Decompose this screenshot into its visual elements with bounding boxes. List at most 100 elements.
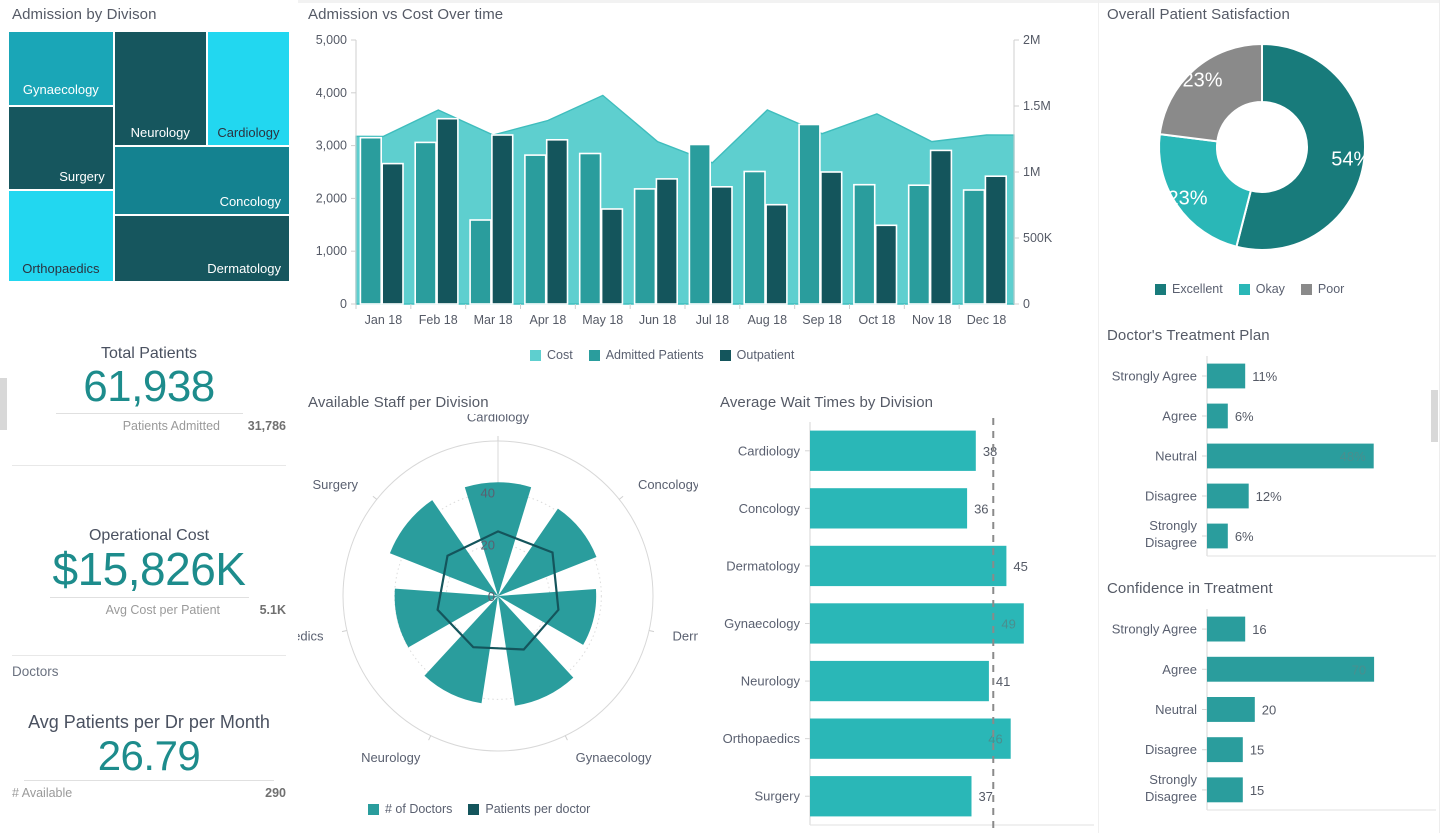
treemap-tile-orthopaedics[interactable]: Orthopaedics <box>8 190 114 282</box>
bar-gynaecology[interactable] <box>810 603 1024 644</box>
category-label: Dermatology <box>726 558 800 573</box>
admitted-patients-bar[interactable] <box>798 123 821 305</box>
y2-tick-label: 0 <box>1023 297 1030 311</box>
bar-dermatology[interactable] <box>810 545 1007 587</box>
outpatient-bar[interactable] <box>874 224 898 305</box>
bar-concology[interactable] <box>810 488 968 529</box>
polar-r-tick-label: 20 <box>481 537 495 552</box>
treemap-tile-concology[interactable]: Concology <box>113 146 290 216</box>
bar-neurology[interactable] <box>810 660 989 702</box>
doctors-treatment-plan-chart[interactable]: Strongly Agree 11% Agree 6% Neutral 48% Disagr… <box>1099 350 1440 568</box>
kpi-total-patients[interactable]: Total Patients 61,938 Patients Admitted … <box>12 345 286 433</box>
kpi-operational-cost-value: $15,826K <box>52 543 246 595</box>
bar-cardiology[interactable] <box>810 430 976 471</box>
bar-strongly-agree[interactable] <box>1207 363 1246 389</box>
legend-patients-per-doctor[interactable]: Patients per doctor <box>468 802 590 816</box>
average-wait-times-chart[interactable]: Cardiology 38 Concology 36 Dermatology 45 Gyna… <box>698 414 1098 833</box>
treemap-tile-dermatology[interactable]: Dermatology <box>113 215 290 282</box>
category-label: Cardiology <box>738 443 801 458</box>
x-tick-label: Jun 18 <box>639 313 677 327</box>
polar-category-label: Neurology <box>361 750 421 765</box>
kpi-divider-2 <box>12 655 286 656</box>
kpi-operational-cost[interactable]: Operational Cost $15,826K Avg Cost per P… <box>12 527 286 617</box>
admitted-patients-bar[interactable] <box>524 154 547 305</box>
x-tick-label: Oct 18 <box>859 313 896 327</box>
legend-cost[interactable]: Cost <box>530 348 573 362</box>
legend-poor[interactable]: Poor <box>1300 282 1344 296</box>
outpatient-bar[interactable] <box>436 117 459 305</box>
confidence-in-treatment-chart[interactable]: Strongly Agree 16 Agree 70 Neutral 20 Disagree… <box>1099 603 1440 828</box>
bar-strongly-agree[interactable] <box>1207 616 1246 642</box>
left-scrollbar-thumb[interactable] <box>0 378 7 430</box>
kpi-total-patients-label: Total Patients <box>100 345 198 362</box>
outpatient-bar[interactable] <box>545 139 569 305</box>
right-scrollbar-thumb[interactable] <box>1431 390 1438 442</box>
outpatient-bar[interactable] <box>820 171 843 305</box>
admitted-patients-bar[interactable] <box>962 189 986 305</box>
donut-chart-legend[interactable]: Excellent Okay Poor <box>1155 282 1344 296</box>
treemap-tile-cardiology[interactable]: Cardiology <box>206 31 290 147</box>
bar-orthopaedics[interactable] <box>810 718 1011 759</box>
available-staff-polar-chart[interactable]: 0 20 40 Cardiology Concology Dermatology Gynae… <box>298 414 698 799</box>
bar-value-label: 48% <box>1340 449 1366 464</box>
outpatient-bar[interactable] <box>929 149 953 305</box>
kpi-total-patients-value: 61,938 <box>83 362 215 411</box>
outpatient-bar[interactable] <box>984 175 1008 305</box>
bar-value-label: 15 <box>1250 783 1264 798</box>
bar-value-label: 6% <box>1235 529 1254 544</box>
admission-vs-cost-chart[interactable]: 0 1,000 2,000 3,000 4,000 5,000 0 500K 1M 1.5M 2M J… <box>298 26 1088 331</box>
polar-r-tick-label: 0 <box>488 589 495 604</box>
bar-disagree[interactable] <box>1207 483 1249 509</box>
polar-category-label: Surgery <box>313 477 359 492</box>
admitted-patients-bar[interactable] <box>743 170 766 305</box>
category-label: Agree <box>1162 662 1197 677</box>
category-label: Disagree <box>1145 789 1197 804</box>
legend-label: Admitted Patients <box>605 348 704 362</box>
admitted-patients-bar[interactable] <box>414 141 437 305</box>
polar-chart-legend[interactable]: # of Doctors Patients per doctor <box>368 802 590 816</box>
legend-swatch-icon <box>368 803 379 815</box>
admitted-patients-bar[interactable] <box>469 219 492 305</box>
legend-outpatient[interactable]: Outpatient <box>719 348 794 362</box>
treemap-tile-gynaecology[interactable]: Gynaecology <box>8 31 114 107</box>
legend-okay[interactable]: Okay <box>1238 282 1285 296</box>
legend-swatch-icon <box>1155 283 1166 295</box>
patient-satisfaction-donut[interactable]: 54% 23% 23% <box>1099 26 1440 276</box>
legend-excellent[interactable]: Excellent <box>1155 282 1223 296</box>
bar-strongly-disagree[interactable] <box>1207 523 1228 549</box>
treemap-tile-neurology[interactable]: Neurology <box>113 31 207 147</box>
kpi-avg-patients-sub: # Available 290 <box>12 781 286 800</box>
bar-agree[interactable] <box>1207 656 1375 682</box>
category-label: Disagree <box>1145 535 1197 550</box>
bar-strongly-disagree[interactable] <box>1207 777 1243 803</box>
category-label: Neutral <box>1155 702 1197 717</box>
bar-agree[interactable] <box>1207 403 1228 429</box>
combo-chart-legend[interactable]: Cost Admitted Patients Outpatient <box>530 348 794 362</box>
admitted-patients-bar[interactable] <box>359 136 383 305</box>
admission-by-division-treemap[interactable]: Gynaecology Surgery Orthopaedics Neurology C… <box>8 31 290 282</box>
outpatient-bar[interactable] <box>491 134 514 305</box>
admitted-patients-bar[interactable] <box>578 152 602 305</box>
admitted-patients-bar[interactable] <box>688 143 711 305</box>
bar-surgery[interactable] <box>810 776 972 817</box>
legend-label: Cost <box>547 348 573 362</box>
legend-admitted-patients[interactable]: Admitted Patients <box>588 348 704 362</box>
outpatient-bar[interactable] <box>710 186 733 305</box>
legend-number-of-doctors[interactable]: # of Doctors <box>368 802 452 816</box>
admitted-patients-bar[interactable] <box>853 183 876 305</box>
treatment-plan-title: Doctor's Treatment Plan <box>1107 327 1270 344</box>
bar-neutral[interactable] <box>1207 697 1255 722</box>
outpatient-bar[interactable] <box>655 178 678 305</box>
outpatient-bar[interactable] <box>600 208 624 305</box>
category-label: Gynaecology <box>724 616 800 631</box>
outpatient-bar[interactable] <box>381 162 404 305</box>
kpi-avg-patients-per-dr[interactable]: Avg Patients per Dr per Month 26.79 # Av… <box>12 712 286 800</box>
admitted-patients-bar[interactable] <box>633 188 657 305</box>
admitted-patients-bar[interactable] <box>907 184 931 305</box>
treemap-tile-surgery[interactable]: Surgery <box>8 106 114 191</box>
bar-disagree[interactable] <box>1207 737 1243 763</box>
donut-slice-poor[interactable] <box>1158 42 1263 143</box>
outpatient-bar[interactable] <box>765 203 788 305</box>
polar-chart-title: Available Staff per Division <box>308 394 489 411</box>
polar-category-tick <box>618 495 624 500</box>
